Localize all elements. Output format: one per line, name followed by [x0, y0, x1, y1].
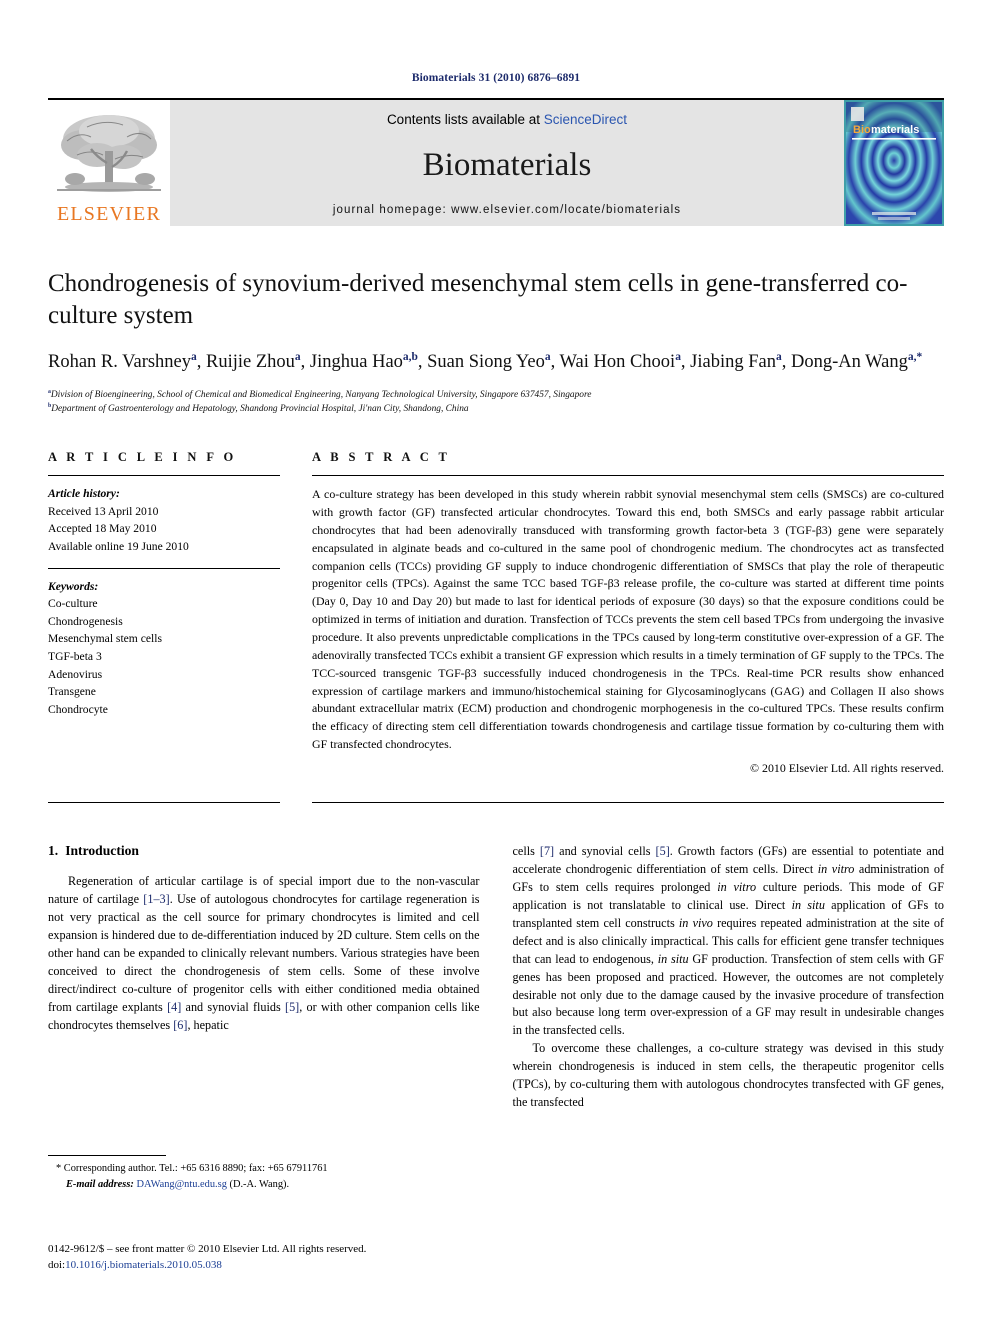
keyword-item: Mesenchymal stem cells: [48, 632, 162, 646]
body-rule-right: [312, 802, 944, 803]
article-history-items: Received 13 April 2010 Accepted 18 May 20…: [48, 503, 280, 556]
elsevier-wordmark: ELSEVIER: [56, 203, 162, 225]
article-history-item: Accepted 18 May 2010: [48, 522, 157, 536]
elsevier-logo: ELSEVIER: [48, 100, 170, 226]
issn-copyright-line: 0142-9612/$ – see front matter © 2010 El…: [48, 1243, 367, 1255]
abstract-copyright: © 2010 Elsevier Ltd. All rights reserved…: [750, 761, 944, 775]
affiliation-marker: b: [48, 402, 52, 409]
title-block: Chondrogenesis of synovium-derived mesen…: [48, 268, 944, 416]
author-affiliation-marker: a: [191, 350, 197, 363]
email-owner: (D.-A. Wang).: [229, 1178, 290, 1190]
keywords-rule: [48, 567, 280, 569]
body-rule-left: [48, 802, 280, 803]
elsevier-tree-icon: [57, 115, 161, 192]
article-info-column: A R T I C L E I N F O Article history: R…: [48, 450, 280, 776]
author-name: Rohan R. Varshney: [48, 352, 192, 372]
info-abstract-region: A R T I C L E I N F O Article history: R…: [48, 450, 944, 776]
corresponding-author-note: * Corresponding author. Tel.: +65 6316 8…: [56, 1163, 328, 1174]
masthead-center: Contents lists available at ScienceDirec…: [170, 100, 844, 226]
keyword-item: Transgene: [48, 685, 96, 699]
paper-page: Biomaterials 31 (2010) 6876–6891 ELSEVIE…: [0, 0, 992, 1323]
keyword-item: Chondrogenesis: [48, 614, 123, 628]
cover-artwork: Bio materials: [844, 100, 944, 226]
affiliation: bDepartment of Gastroenterology and Hepa…: [48, 402, 469, 414]
footnote-area: * Corresponding author. Tel.: +65 6316 8…: [48, 1155, 478, 1192]
article-history-item: Available online 19 June 2010: [48, 539, 189, 553]
email-link[interactable]: DAWang@ntu.edu.sg: [136, 1179, 226, 1190]
journal-title: Biomaterials: [422, 147, 592, 183]
section-heading-introduction: 1. Introduction: [48, 843, 480, 859]
article-history-block: Article history: Received 13 April 2010 A…: [48, 485, 280, 555]
keyword-items: Co-culture Chondrogenesis Mesenchymal stem…: [48, 595, 280, 718]
journal-masthead: ELSEVIER Contents lists available at Sci…: [48, 98, 944, 226]
author-affiliation-marker: a,*: [907, 350, 923, 363]
intro-paragraph-1-continued: cells [7] and synovial cells [5]. Growth…: [512, 844, 945, 1038]
section-number: 1.: [48, 843, 59, 858]
author-affiliation-marker: a: [776, 350, 782, 363]
abstract-text: A co-culture strategy has been developed…: [312, 487, 944, 752]
journal-homepage-link[interactable]: journal homepage: www.elsevier.com/locat…: [333, 204, 681, 216]
intro-paragraph-2: To overcome these challenges, a co-cultu…: [512, 1041, 945, 1110]
contents-prefix: Contents lists available at: [386, 112, 544, 127]
affiliation-marker: a: [48, 388, 51, 395]
page-title: Chondrogenesis of synovium-derived mesen…: [48, 270, 908, 329]
doi-line: doi:10.1016/j.biomaterials.2010.05.038: [48, 1258, 488, 1274]
author-name: Jiabing Fan: [690, 352, 776, 372]
article-history-label: Article history:: [48, 487, 120, 501]
running-head: Biomaterials 31 (2010) 6876–6891: [411, 72, 581, 84]
svg-text:materials: materials: [871, 124, 919, 136]
section-label: Introduction: [65, 843, 139, 858]
abstract-heading: A B S T R A C T: [312, 450, 451, 465]
author-affiliation-marker: a: [294, 350, 301, 363]
keywords-label: Keywords:: [48, 579, 99, 593]
body-column-right: cells [7] and synovial cells [5]. Growth…: [513, 843, 945, 1112]
svg-text:Bio: Bio: [853, 124, 871, 136]
body-separator-rules: [48, 802, 944, 803]
sciencedirect-link[interactable]: ScienceDirect: [544, 112, 627, 127]
author-affiliation-marker: a,b: [402, 350, 418, 363]
author-name: Wai Hon Chooi: [559, 352, 676, 372]
author-name: Jinghua Hao: [309, 352, 403, 372]
keywords-block: Keywords: Co-culture Chondrogenesis Mesenc…: [48, 578, 280, 719]
article-history-item: Received 13 April 2010: [48, 504, 159, 518]
author-name: Suan Siong Yeo: [427, 352, 545, 372]
journal-cover-thumbnail: Bio materials: [844, 100, 944, 226]
keyword-item: Chondrocyte: [48, 702, 108, 716]
contents-available-line: Contents lists available at ScienceDirec…: [387, 112, 627, 127]
article-info-rule: [48, 475, 280, 477]
corresponding-email-note: E-mail address: DAWang@ntu.edu.sg (D.-A.…: [48, 1177, 478, 1193]
abstract-column: A B S T R A C T A co-culture strategy ha…: [312, 450, 944, 776]
email-label: E-mail address:: [66, 1178, 134, 1190]
body-column-left: 1. Introduction Regeneration of articular…: [48, 843, 480, 1112]
keyword-item: Co-culture: [48, 597, 98, 611]
author-name: Ruijie Zhou: [206, 352, 295, 372]
author-affiliation-marker: a: [675, 350, 681, 363]
affiliation-list: aDivision of Bioengineering, School of C…: [48, 388, 944, 416]
footnote-rule: [48, 1155, 166, 1156]
body-columns: 1. Introduction Regeneration of articular…: [48, 843, 944, 1112]
doi-label: doi:: [48, 1258, 66, 1271]
author-affiliation-marker: a: [544, 350, 551, 363]
keyword-item: Adenovirus: [48, 667, 103, 681]
affiliation: aDivision of Bioengineering, School of C…: [48, 388, 592, 400]
author-list: Rohan R. Varshneya, Ruijie Zhoua, Jinghu…: [48, 350, 923, 372]
article-info-heading: A R T I C L E I N F O: [48, 450, 237, 465]
intro-paragraph-1: Regeneration of articular cartilage is o…: [48, 874, 480, 1032]
keyword-item: TGF-beta 3: [48, 649, 102, 663]
doi-link[interactable]: 10.1016/j.biomaterials.2010.05.038: [65, 1259, 222, 1271]
imprint-block: 0142-9612/$ – see front matter © 2010 El…: [48, 1242, 488, 1274]
author-name: Dong-An Wang: [790, 352, 908, 372]
abstract-rule: [312, 475, 944, 477]
